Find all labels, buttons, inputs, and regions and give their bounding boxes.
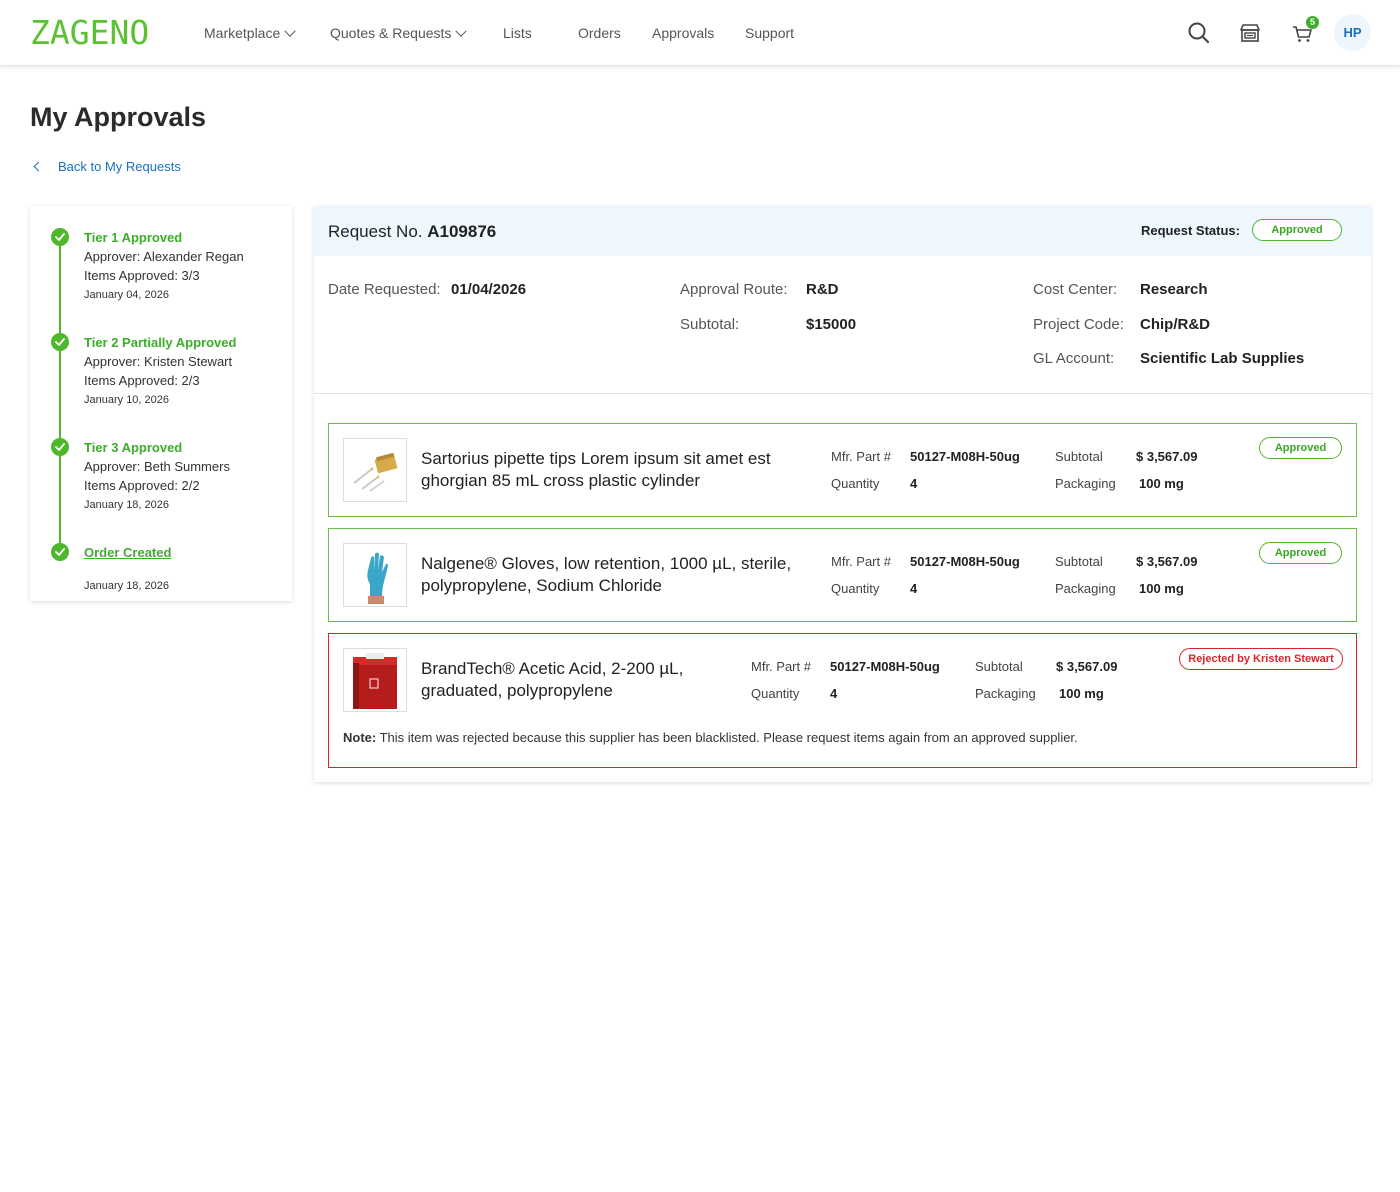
timeline-step-items: Items Approved: 2/2 xyxy=(84,478,200,493)
project-code-label: Project Code: xyxy=(1033,316,1124,333)
chevron-down-icon xyxy=(455,25,468,37)
request-header: Request No. A109876 Request Status: Appr… xyxy=(314,206,1371,256)
date-requested-value: 01/04/2026 xyxy=(451,281,527,298)
approval-timeline: Tier 1 Approved Approver: Alexander Rega… xyxy=(30,206,292,601)
mfr-part-label: Mfr. Part # xyxy=(751,659,811,674)
order-created-link[interactable]: Order Created xyxy=(84,545,171,560)
item-subtotal-value: $ 3,567.09 xyxy=(1136,554,1198,569)
nav-lists[interactable]: Lists xyxy=(503,24,532,42)
back-to-my-requests-link[interactable]: Back to My Requests xyxy=(30,158,181,176)
quantity-label: Quantity xyxy=(831,476,880,491)
cost-center-value: Research xyxy=(1140,281,1208,298)
timeline-step-date: January 10, 2026 xyxy=(84,394,170,406)
page-title: My Approvals xyxy=(30,102,207,132)
timeline-step-approver: Approver: Alexander Regan xyxy=(84,249,244,264)
timeline-step-date: January 04, 2026 xyxy=(84,289,170,301)
timeline-connector xyxy=(59,236,61,551)
check-circle-icon xyxy=(51,543,69,561)
subtotal-value: $15000 xyxy=(806,316,857,333)
gl-account-label: GL Account: xyxy=(1033,350,1115,367)
item-subtotal-label: Subtotal xyxy=(975,659,1023,674)
check-circle-icon xyxy=(51,438,69,456)
mfr-part-label: Mfr. Part # xyxy=(831,449,891,464)
chevron-left-icon xyxy=(33,161,44,172)
zageno-logo[interactable]: ZAGENO xyxy=(30,15,149,51)
search-icon[interactable] xyxy=(1186,20,1212,46)
mfr-part-value: 50127-M08H-50ug xyxy=(910,554,1020,569)
gl-account-value: Scientific Lab Supplies xyxy=(1140,350,1305,367)
rejection-note: Note: This item was rejected because thi… xyxy=(343,730,1078,745)
packaging-label: Packaging xyxy=(975,686,1036,701)
cost-center-label: Cost Center: xyxy=(1033,281,1118,298)
cart-count-badge: 5 xyxy=(1306,16,1319,29)
mfr-part-value: 50127-M08H-50ug xyxy=(830,659,940,674)
subtotal-label: Subtotal: xyxy=(680,316,740,333)
timeline-step-title: Tier 1 Approved xyxy=(84,230,183,245)
product-image-gloves xyxy=(343,543,407,607)
timeline-step-items: Items Approved: 3/3 xyxy=(84,268,200,283)
item-status-badge: Approved xyxy=(1259,542,1342,564)
item-subtotal-label: Subtotal xyxy=(1055,554,1103,569)
item-name[interactable]: Sartorius pipette tips Lorem ipsum sit a… xyxy=(421,448,821,492)
approval-route-value: R&D xyxy=(806,281,839,298)
date-requested-label: Date Requested: xyxy=(328,281,441,298)
product-image-sharps-container xyxy=(343,648,407,712)
chevron-down-icon xyxy=(284,25,296,37)
item-name[interactable]: BrandTech® Acetic Acid, 2-200 µL, gradua… xyxy=(421,658,741,702)
nav-marketplace[interactable]: Marketplace xyxy=(204,24,296,42)
timeline-step-title: Tier 3 Approved xyxy=(84,440,183,455)
timeline-step-title: Tier 2 Partially Approved xyxy=(84,335,237,350)
item-rejected-badge: Rejected by Kristen Stewart xyxy=(1179,648,1343,670)
check-circle-icon xyxy=(51,228,69,246)
packaging-value: 100 mg xyxy=(1139,476,1184,491)
section-divider xyxy=(314,393,1371,394)
packaging-value: 100 mg xyxy=(1059,686,1104,701)
timeline-step-approver: Approver: Beth Summers xyxy=(84,459,230,474)
request-status-label: Request Status: xyxy=(1141,223,1240,238)
user-avatar[interactable]: HP xyxy=(1334,14,1371,51)
nav-orders[interactable]: Orders xyxy=(578,24,621,42)
store-icon[interactable] xyxy=(1237,20,1263,46)
request-detail-panel: Request No. A109876 Request Status: Appr… xyxy=(314,206,1371,782)
approval-route-label: Approval Route: xyxy=(680,281,788,298)
packaging-label: Packaging xyxy=(1055,476,1116,491)
nav-quotes-requests[interactable]: Quotes & Requests xyxy=(330,24,468,42)
request-item-card-rejected[interactable]: BrandTech® Acetic Acid, 2-200 µL, gradua… xyxy=(328,633,1357,768)
request-item-card[interactable]: Sartorius pipette tips Lorem ipsum sit a… xyxy=(328,423,1357,517)
item-name[interactable]: Nalgene® Gloves, low retention, 1000 µL,… xyxy=(421,553,821,597)
top-navigation-bar: ZAGENO Marketplace Quotes & Requests Lis… xyxy=(0,0,1400,66)
request-number: Request No. A109876 xyxy=(328,222,497,241)
packaging-value: 100 mg xyxy=(1139,581,1184,596)
item-subtotal-value: $ 3,567.09 xyxy=(1056,659,1118,674)
quantity-label: Quantity xyxy=(831,581,880,596)
request-item-card[interactable]: Nalgene® Gloves, low retention, 1000 µL,… xyxy=(328,528,1357,622)
item-subtotal-value: $ 3,567.09 xyxy=(1136,449,1198,464)
mfr-part-value: 50127-M08H-50ug xyxy=(910,449,1020,464)
quantity-value: 4 xyxy=(910,581,918,596)
quantity-label: Quantity xyxy=(751,686,800,701)
item-status-badge: Approved xyxy=(1259,437,1342,459)
request-status-badge: Approved xyxy=(1252,219,1342,241)
quantity-value: 4 xyxy=(910,476,918,491)
mfr-part-label: Mfr. Part # xyxy=(831,554,891,569)
nav-support[interactable]: Support xyxy=(745,24,794,42)
timeline-step-approver: Approver: Kristen Stewart xyxy=(84,354,233,369)
item-subtotal-label: Subtotal xyxy=(1055,449,1103,464)
timeline-step-date: January 18, 2026 xyxy=(84,580,170,592)
timeline-step-items: Items Approved: 2/3 xyxy=(84,373,200,388)
check-circle-icon xyxy=(51,333,69,351)
packaging-label: Packaging xyxy=(1055,581,1116,596)
project-code-value: Chip/R&D xyxy=(1140,316,1210,333)
timeline-step-date: January 18, 2026 xyxy=(84,499,170,511)
product-image-pipette-tips xyxy=(343,438,407,502)
nav-approvals[interactable]: Approvals xyxy=(652,24,714,42)
quantity-value: 4 xyxy=(830,686,838,701)
